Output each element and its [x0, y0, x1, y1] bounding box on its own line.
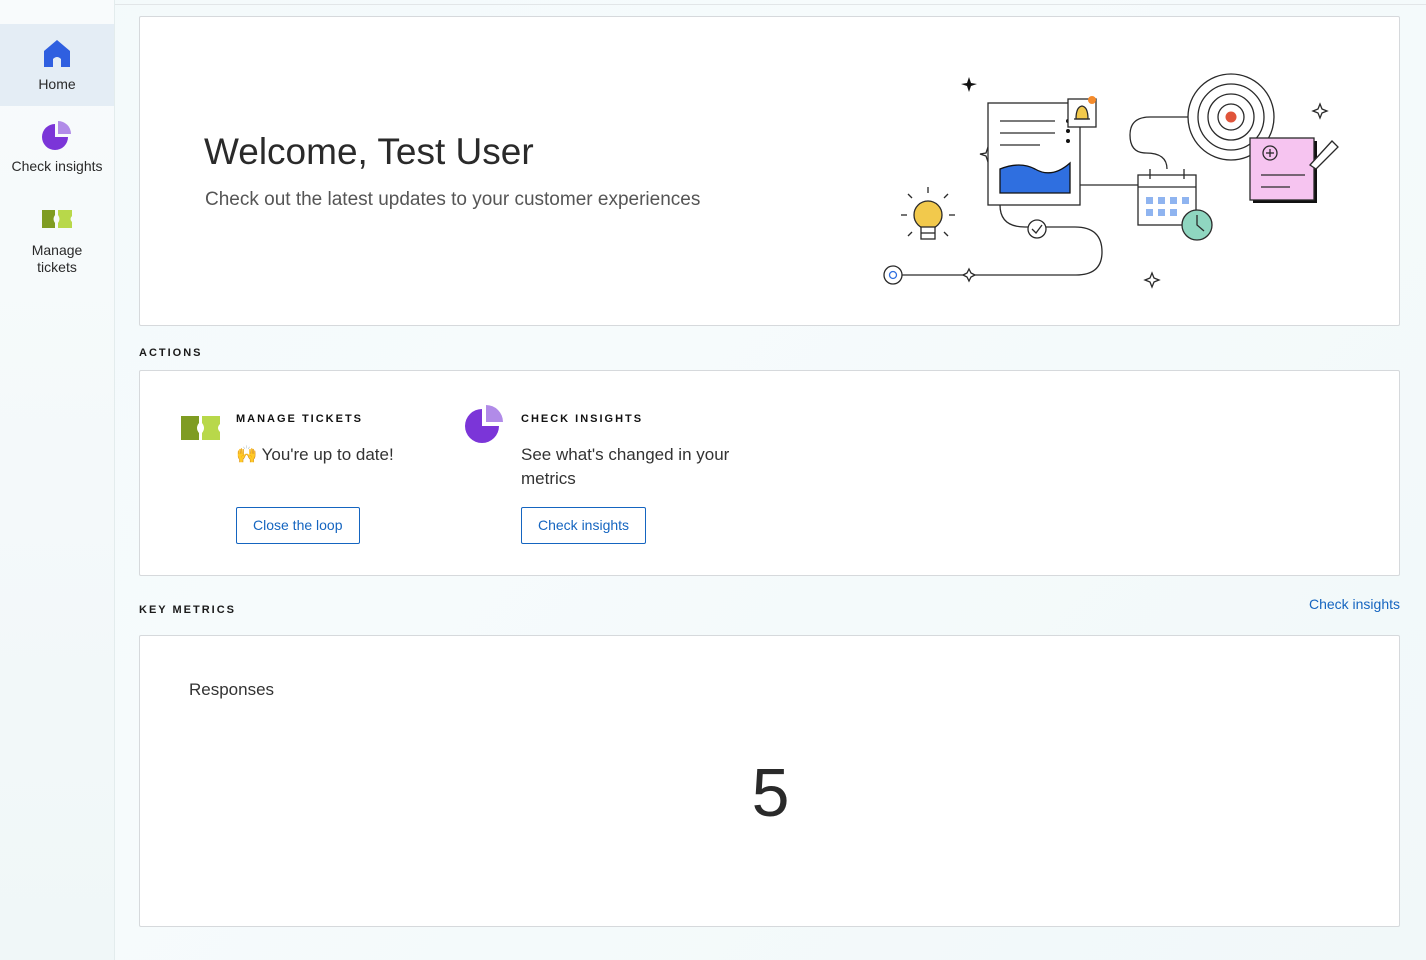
- actions-section-title: ACTIONS: [139, 347, 203, 359]
- sidebar-item-manage-tickets[interactable]: Manage tickets: [0, 198, 114, 280]
- sidebar: Home Check insights Manage tickets: [0, 0, 115, 960]
- welcome-card: Welcome, Test User Check out the latest …: [139, 16, 1400, 326]
- sidebar-item-home[interactable]: Home: [0, 24, 114, 106]
- page-title: Welcome, Test User: [204, 131, 534, 172]
- sidebar-item-label: Check insights: [11, 158, 103, 174]
- metric-value: 5: [751, 755, 790, 831]
- check-insights-link[interactable]: Check insights: [1309, 596, 1400, 612]
- key-metrics-card: Responses 5: [139, 635, 1400, 927]
- home-icon: [44, 40, 70, 67]
- actions-card: MANAGE TICKETS 🙌 You're up to date! Clos…: [139, 370, 1400, 576]
- manage-tickets-status: 🙌 You're up to date!: [236, 445, 394, 464]
- check-insights-button[interactable]: Check insights: [521, 507, 647, 544]
- sidebar-item-check-insights[interactable]: Check insights: [0, 112, 114, 182]
- ticket-icon: [42, 210, 72, 228]
- sidebar-item-label: Home: [38, 76, 76, 92]
- welcome-subtitle: Check out the latest updates to your cus…: [205, 189, 701, 210]
- key-metrics-section-title: KEY METRICS: [139, 604, 236, 616]
- pie-chart-icon: [42, 121, 71, 150]
- metric-label: Responses: [189, 680, 275, 699]
- check-insights-description: See what's changed in your metrics: [521, 445, 730, 488]
- top-divider: [115, 4, 1426, 5]
- check-insights-heading: CHECK INSIGHTS: [521, 413, 644, 425]
- welcome-illustration: [883, 73, 1339, 289]
- sidebar-item-label: Manage tickets: [31, 242, 83, 275]
- pie-chart-icon: [465, 405, 503, 443]
- close-the-loop-button[interactable]: Close the loop: [236, 507, 360, 544]
- manage-tickets-heading: MANAGE TICKETS: [236, 413, 363, 425]
- app-root: Home Check insights Manage tickets Welco…: [0, 0, 1426, 960]
- ticket-icon: [181, 416, 220, 440]
